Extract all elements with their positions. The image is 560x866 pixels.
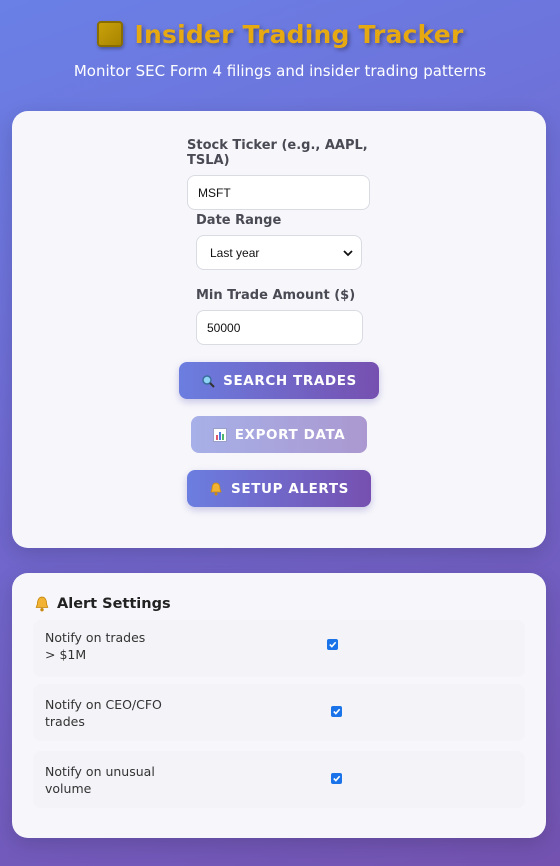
bell-icon: [35, 596, 49, 612]
search-trades-button[interactable]: SEARCH TRADES: [179, 362, 379, 399]
setup-alerts-button[interactable]: SETUP ALERTS: [187, 470, 371, 507]
magnifier-icon: [202, 374, 215, 388]
checkmark-icon: [329, 641, 337, 648]
alert-label: Notify on trades > $1M: [45, 629, 195, 663]
bar-chart-icon: [212, 427, 227, 442]
search-trades-label: SEARCH TRADES: [223, 372, 357, 389]
page-header: Insider Trading Tracker Monitor SEC Form…: [0, 16, 560, 81]
alert-row-large-trades: Notify on trades > $1M: [33, 620, 525, 677]
page-title: Insider Trading Tracker: [134, 19, 464, 49]
search-card: Stock Ticker (e.g., AAPL, TSLA) MSFT Dat…: [12, 111, 546, 548]
alert-label-line2: > $1M: [45, 647, 87, 662]
checkmark-icon: [333, 775, 341, 782]
page-subtitle: Monitor SEC Form 4 filings and insider t…: [73, 62, 487, 80]
alert-label-line2: trades: [45, 714, 85, 729]
alert-checkbox-large-trades[interactable]: [327, 639, 338, 650]
min-amount-input[interactable]: 50000: [196, 310, 363, 345]
date-range-value: Last year: [210, 245, 260, 260]
alert-checkbox-unusual-volume[interactable]: [331, 773, 342, 784]
date-range-field: Date Range Last year: [196, 213, 362, 270]
alert-checkbox-ceo-cfo[interactable]: [331, 706, 342, 717]
bell-icon: [210, 482, 222, 495]
min-amount-field: Min Trade Amount ($) 50000: [196, 288, 363, 345]
min-amount-label: Min Trade Amount ($): [196, 288, 356, 303]
alert-settings-heading: Alert Settings: [34, 596, 171, 612]
alert-label-line2: volume: [45, 781, 92, 796]
alert-label-line1: Notify on trades: [45, 630, 146, 645]
alert-row-ceo-cfo: Notify on CEO/CFO trades: [33, 684, 525, 741]
title-row: Insider Trading Tracker: [0, 16, 560, 52]
ticker-input[interactable]: MSFT: [187, 175, 370, 210]
export-data-button[interactable]: EXPORT DATA: [191, 416, 367, 453]
alert-settings-title: Alert Settings: [57, 596, 171, 612]
ticker-label: Stock Ticker (e.g., AAPL, TSLA): [187, 138, 368, 168]
date-range-label: Date Range: [196, 213, 282, 228]
chevron-down-icon: [343, 249, 353, 256]
checkmark-icon: [333, 708, 341, 715]
export-data-label: EXPORT DATA: [234, 426, 346, 443]
setup-alerts-label: SETUP ALERTS: [231, 480, 349, 497]
alert-row-unusual-volume: Notify on unusual volume: [33, 751, 525, 808]
alert-label-line1: Notify on unusual: [45, 764, 155, 779]
alert-label: Notify on unusual volume: [45, 763, 195, 797]
alert-label-line1: Notify on CEO/CFO: [45, 697, 162, 712]
alert-settings-card: Alert Settings Notify on trades > $1M No…: [12, 573, 546, 838]
gold-square-icon: [96, 21, 123, 47]
date-range-select[interactable]: Last year: [196, 235, 362, 270]
ticker-field: Stock Ticker (e.g., AAPL, TSLA) MSFT: [187, 138, 370, 210]
alert-label: Notify on CEO/CFO trades: [45, 696, 195, 730]
